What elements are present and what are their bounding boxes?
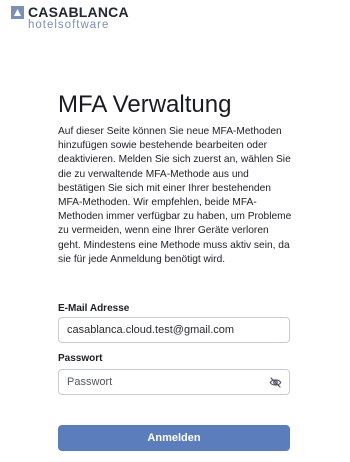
password-field-wrapper: [58, 369, 290, 395]
eye-slash-icon[interactable]: [269, 376, 282, 389]
page-title: MFA Verwaltung: [58, 91, 232, 118]
page-description: Auf dieser Seite können Sie neue MFA-Met…: [58, 126, 292, 265]
email-field[interactable]: [59, 318, 257, 342]
brand-subtitle: hotelsoftware: [28, 19, 110, 31]
brand-name: CASABLANCA: [28, 4, 129, 20]
brand-logo: CASABLANCA hotelsoftware: [11, 5, 129, 32]
password-label: Passwort: [58, 353, 103, 364]
casablanca-logo-icon: [11, 6, 24, 19]
login-button[interactable]: Anmelden: [58, 425, 290, 451]
email-field-wrapper: [58, 317, 290, 343]
email-label: E-Mail Adresse: [58, 303, 130, 314]
password-field[interactable]: [59, 370, 257, 394]
